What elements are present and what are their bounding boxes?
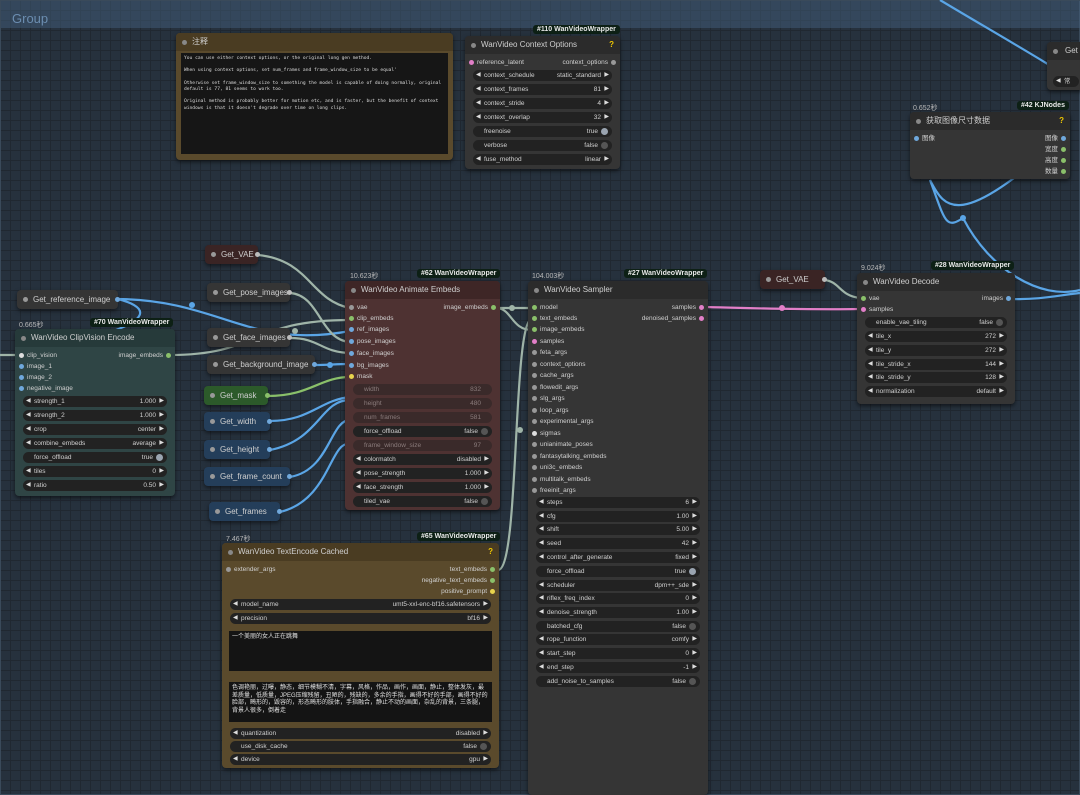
widget-tiles[interactable]: ◀ tiles 0 ▶ xyxy=(23,466,167,477)
node-badge: #28 WanVideoWrapper xyxy=(931,261,1015,270)
clipvision-encode-node[interactable]: WanVideo ClipVision Encode clip_vision im… xyxy=(15,329,175,496)
widget-context-frames[interactable]: ◀ context_frames 81 ▶ xyxy=(473,84,612,95)
widget-crop[interactable]: ◀ crop center ▶ xyxy=(23,424,167,435)
widget-context-stride[interactable]: ◀ context_stride 4 ▶ xyxy=(473,98,612,109)
group-header[interactable] xyxy=(1,1,1080,28)
widget-height[interactable]: height 480 xyxy=(353,398,492,409)
get-pose-images-node[interactable]: Get_pose_images xyxy=(207,283,292,302)
widget-pose-strength[interactable]: ◀ pose_strength 1.000 ▶ xyxy=(353,468,492,479)
get-reference-image-node[interactable]: Get_reference_image xyxy=(17,290,120,309)
node-timer: 10.623秒 xyxy=(350,273,379,280)
widget-steps[interactable]: ◀ steps 6 ▶ xyxy=(536,497,700,508)
widget-device[interactable]: ◀ device gpu ▶ xyxy=(230,754,491,765)
get-vae-node-2[interactable]: Get_VAE xyxy=(760,270,827,289)
widget-face-strength[interactable]: ◀ face_strength 1.000 ▶ xyxy=(353,482,492,493)
help-icon[interactable]: ? xyxy=(609,36,614,54)
widget-context-overlap[interactable]: ◀ context_overlap 32 ▶ xyxy=(473,112,612,123)
node-badge: #110 WanVideoWrapper xyxy=(533,25,620,34)
help-icon[interactable]: ? xyxy=(1059,112,1064,130)
positive-prompt-textarea[interactable]: 一个美丽的女人正在跳舞 xyxy=(229,631,492,671)
toggle-tiled-vae[interactable]: tiled_vae false xyxy=(353,496,492,507)
toggle-freenoise[interactable]: freenoise true xyxy=(473,126,612,137)
partial-widget: ◀ 常 xyxy=(1053,76,1079,87)
widget-cfg[interactable]: ◀ cfg 1.00 ▶ xyxy=(536,511,700,522)
note-node[interactable]: 注释 You can use either context options, o… xyxy=(176,33,453,160)
toggle-force-offload[interactable]: force_offload false xyxy=(353,426,492,437)
get-face-images-node[interactable]: Get_face_images xyxy=(207,328,292,347)
toggle-enable-vae-tiling[interactable]: enable_vae_tiling false xyxy=(865,317,1007,328)
widget-quantization[interactable]: ◀ quantization disabled ▶ xyxy=(230,728,491,739)
decode-node[interactable]: WanVideo Decode vae images samples enable… xyxy=(857,273,1015,404)
widget-control-after-generate[interactable]: ◀ control_after_generate fixed ▶ xyxy=(536,552,700,563)
get-frame-count-node[interactable]: Get_frame_count xyxy=(204,467,292,486)
output-socket[interactable] xyxy=(611,60,616,65)
help-icon[interactable]: ? xyxy=(488,543,493,561)
widget-rope-function[interactable]: ◀ rope_function comfy ▶ xyxy=(536,634,700,645)
widget-strength-2[interactable]: ◀ strength_2 1.000 ▶ xyxy=(23,410,167,421)
widget-ratio[interactable]: ◀ ratio 0.50 ▶ xyxy=(23,480,167,491)
text-encode-node[interactable]: WanVideo TextEncode Cached? extender_arg… xyxy=(222,543,499,768)
node-badge: #65 WanVideoWrapper xyxy=(417,532,501,541)
widget-tile-stride-x[interactable]: ◀ tile_stride_x 144 ▶ xyxy=(865,359,1007,370)
get-vae-node[interactable]: Get_VAE xyxy=(205,245,260,264)
input-label: reference_latent xyxy=(477,59,524,66)
get-mask-node[interactable]: Get_mask xyxy=(204,386,270,405)
note-text[interactable]: You can use either context options, or t… xyxy=(181,53,448,154)
node-badge: #70 WanVideoWrapper xyxy=(90,318,174,327)
widget-fuse-method[interactable]: ◀ fuse_method linear ▶ xyxy=(473,154,612,165)
input-socket[interactable] xyxy=(469,60,474,65)
widget-width[interactable]: width 832 xyxy=(353,384,492,395)
widget-start-step[interactable]: ◀ start_step 0 ▶ xyxy=(536,648,700,659)
toggle-force-offload[interactable]: force_offload true xyxy=(536,566,700,577)
widget-scheduler[interactable]: ◀ scheduler dpm++_sde ▶ xyxy=(536,580,700,591)
widget-riflex-freq-index[interactable]: ◀ riflex_freq_index 0 ▶ xyxy=(536,593,700,604)
node-timer: 104.003秒 xyxy=(532,273,565,280)
get-width-node[interactable]: Get_width xyxy=(204,412,272,431)
widget-denoise-strength[interactable]: ◀ denoise_strength 1.00 ▶ xyxy=(536,607,700,618)
partial-get-node[interactable]: Get ◀ 常 xyxy=(1047,42,1080,90)
widget-seed[interactable]: ◀ seed 42 ▶ xyxy=(536,538,700,549)
node-badge: #42 KJNodes xyxy=(1017,101,1069,110)
widget-num-frames[interactable]: num_frames 581 xyxy=(353,412,492,423)
widget-tile-stride-y[interactable]: ◀ tile_stride_y 128 ▶ xyxy=(865,372,1007,383)
output-label: context_options xyxy=(562,59,608,66)
widget-normalization[interactable]: ◀ normalization default ▶ xyxy=(865,386,1007,397)
input-socket[interactable] xyxy=(914,136,919,141)
widget-precision[interactable]: ◀ precision bf16 ▶ xyxy=(230,613,491,624)
widget-strength-1[interactable]: ◀ strength_1 1.000 ▶ xyxy=(23,396,167,407)
widget-frame-window-size[interactable]: frame_window_size 97 xyxy=(353,440,492,451)
group-title: Group xyxy=(12,11,49,26)
toggle-force-offload[interactable]: force_offload true xyxy=(23,452,167,463)
widget-tile-y[interactable]: ◀ tile_y 272 ▶ xyxy=(865,345,1007,356)
get-background-image-node[interactable]: Get_background_image xyxy=(207,355,317,374)
node-title: 获取图像尺寸数据 xyxy=(926,116,990,125)
widget-context-schedule[interactable]: ◀ context_schedule static_standard ▶ xyxy=(473,70,612,81)
sampler-node[interactable]: WanVideo Sampler model samples text_embed… xyxy=(528,281,708,795)
node-canvas[interactable]: Group 注释 You can use either context opti… xyxy=(0,0,1080,795)
negative-prompt-textarea[interactable]: 色调艳丽，过曝，静态，细节模糊不清，字幕，风格，作品，画作，画面，静止，整体发灰… xyxy=(229,682,492,722)
toggle-verbose[interactable]: verbose false xyxy=(473,140,612,151)
context-options-node[interactable]: WanVideo Context Options? reference_late… xyxy=(465,36,620,169)
get-height-node[interactable]: Get_height xyxy=(204,440,272,459)
widget-combine-embeds[interactable]: ◀ combine_embeds average ▶ xyxy=(23,438,167,449)
widget-model-name[interactable]: ◀ model_name umt5-xxl-enc-bf16.safetensors… xyxy=(230,599,491,610)
note-title: 注释 xyxy=(192,37,208,46)
image-size-node[interactable]: 获取图像尺寸数据? 图像 图像 宽度 高度 数量 xyxy=(910,112,1070,179)
widget-shift[interactable]: ◀ shift 5.00 ▶ xyxy=(536,524,700,535)
get-frames-node[interactable]: Get_frames xyxy=(209,502,282,521)
node-timer: 9.024秒 xyxy=(861,265,886,272)
widget-colormatch[interactable]: ◀ colormatch disabled ▶ xyxy=(353,454,492,465)
toggle-add-noise-to-samples[interactable]: add_noise_to_samples false xyxy=(536,676,700,687)
node-title: WanVideo Context Options xyxy=(481,40,578,49)
toggle-batched-cfg[interactable]: batched_cfg false xyxy=(536,621,700,632)
node-badge: #27 WanVideoWrapper xyxy=(624,269,708,278)
widget-end-step[interactable]: ◀ end_step -1 ▶ xyxy=(536,662,700,673)
animate-embeds-node[interactable]: WanVideo Animate Embeds vae image_embeds … xyxy=(345,281,500,510)
widget-tile-x[interactable]: ◀ tile_x 272 ▶ xyxy=(865,331,1007,342)
node-badge: #62 WanVideoWrapper xyxy=(417,269,501,278)
toggle-use-disk-cache[interactable]: use_disk_cache false xyxy=(230,741,491,752)
